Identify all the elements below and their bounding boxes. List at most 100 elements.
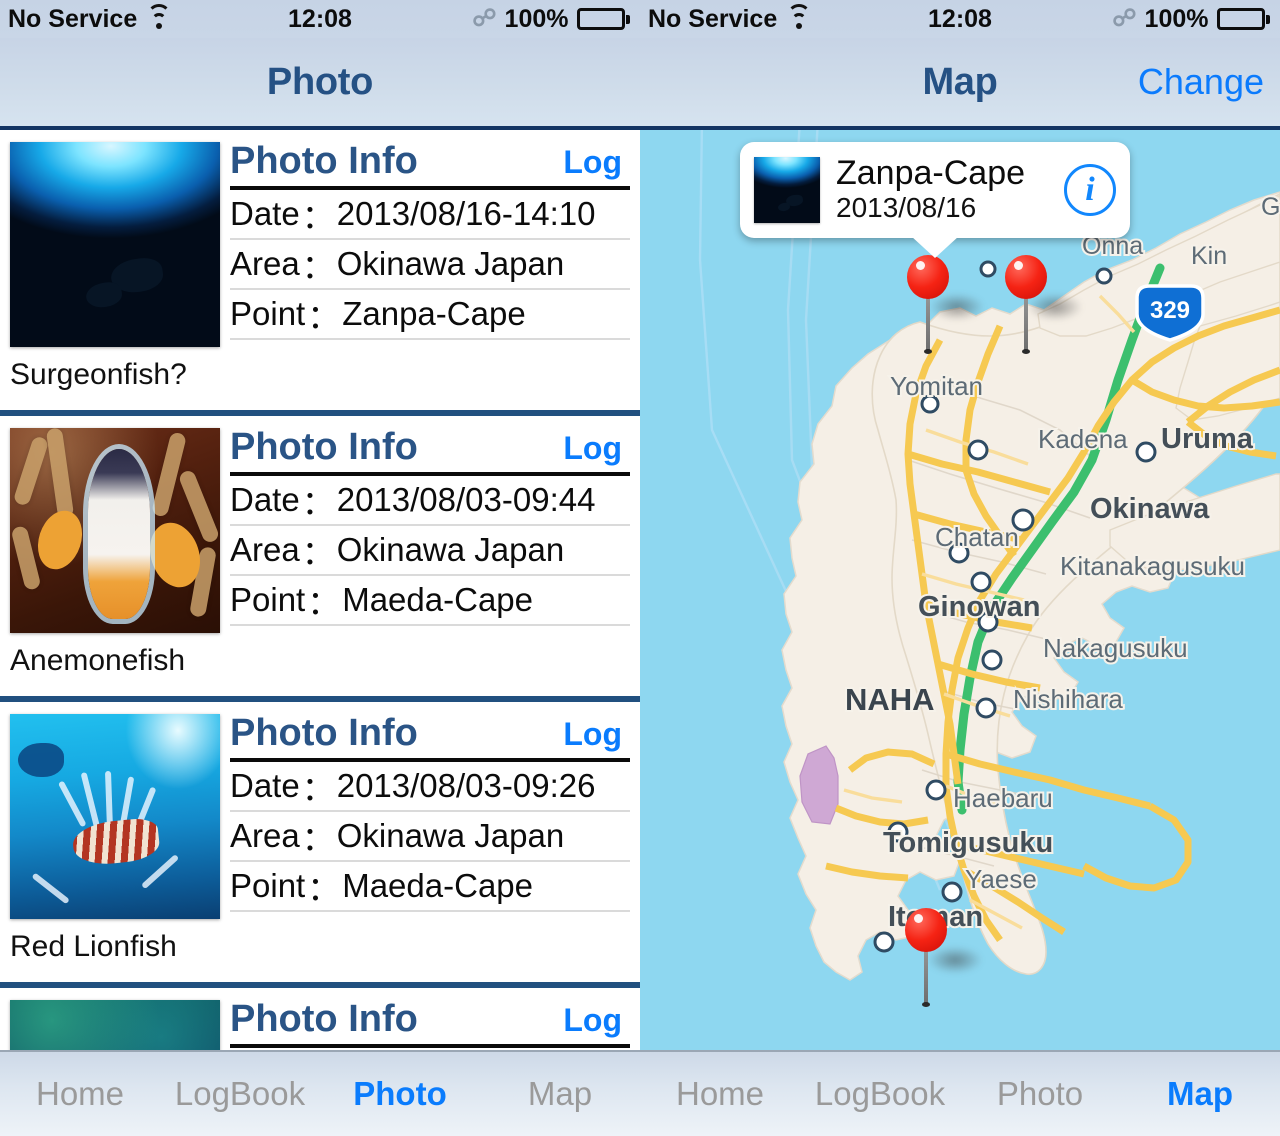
- tab-photo[interactable]: Photo: [960, 1075, 1120, 1113]
- thumbnail-surgeonfish[interactable]: [10, 142, 220, 347]
- photo-info-header: Photo Info Log: [230, 138, 630, 190]
- photo-info-title: Photo Info: [230, 998, 418, 1040]
- info-row-area: Area ： Okinawa Japan: [230, 812, 630, 862]
- info-label: Date: [230, 767, 300, 804]
- battery-percent-label: 100%: [1144, 4, 1209, 33]
- info-icon[interactable]: i: [1064, 164, 1116, 216]
- tab-bar-right[interactable]: Home LogBook Photo Map: [640, 1050, 1280, 1136]
- thumbnail-anemonefish[interactable]: [10, 428, 220, 633]
- info-value: 2013/08/03-09:26: [336, 767, 596, 804]
- pin-shadow: [1027, 293, 1083, 321]
- svg-text:Yaese: Yaese: [965, 864, 1037, 894]
- photo-caption: Red Lionfish: [10, 930, 177, 963]
- svg-text:Kitanakagusuku: Kitanakagusuku: [1060, 551, 1245, 581]
- info-label: Area: [230, 531, 300, 568]
- info-row-point: Point ： Maeda-Cape: [230, 576, 630, 626]
- callout-subtitle: 2013/08/16: [836, 191, 977, 223]
- info-row-date: Date ： 2013/08/16-14:10: [230, 190, 630, 240]
- svg-text:Tomigusuku: Tomigusuku: [883, 827, 1053, 859]
- photo-info-header: Photo Info Log: [230, 996, 630, 1048]
- log-button[interactable]: Log: [563, 716, 622, 753]
- svg-text:Chatan: Chatan: [935, 522, 1019, 552]
- info-value: Maeda-Cape: [342, 867, 533, 904]
- info-row-area: Area ： Okinawa Japan: [230, 526, 630, 576]
- log-button[interactable]: Log: [563, 430, 622, 467]
- photo-info-title: Photo Info: [230, 140, 418, 182]
- info-value: 2013/08/16-14:10: [336, 195, 596, 232]
- info-label: Area: [230, 245, 300, 282]
- svg-text:Nakagusuku: Nakagusuku: [1043, 633, 1188, 663]
- info-label: Date: [230, 481, 300, 518]
- tab-map[interactable]: Map: [1120, 1075, 1280, 1113]
- dual-screenshot: No Service 12:08 ☍ 100% Photo Photo Info…: [0, 0, 1280, 1136]
- info-label: Point: [230, 295, 306, 332]
- change-button[interactable]: Change: [1138, 61, 1264, 103]
- tab-bar-left[interactable]: Home LogBook Photo Map: [0, 1050, 640, 1136]
- info-label: Date: [230, 195, 300, 232]
- map-labels: Onna Kin Gi Yomitan Kadena Uruma Okinawa…: [843, 191, 1280, 935]
- svg-text:Yomitan: Yomitan: [890, 371, 983, 401]
- info-row-point: Point ： Zanpa-Cape: [230, 290, 630, 340]
- info-row-area: Area ： Okinawa Japan: [230, 240, 630, 290]
- info-label: Point: [230, 867, 306, 904]
- pin-head: [905, 908, 947, 952]
- tab-photo[interactable]: Photo: [320, 1075, 480, 1113]
- status-bar-right: No Service 12:08 ☍ 100%: [640, 0, 1280, 38]
- photo-info-title: Photo Info: [230, 712, 418, 754]
- info-separator: ：: [301, 534, 335, 571]
- info-value: 2013/08/03-09:44: [336, 481, 596, 518]
- photo-info-title: Photo Info: [230, 426, 418, 468]
- nav-bar-map: Map Change: [640, 38, 1280, 130]
- photo-info-table: Photo Info Log: [230, 996, 630, 1048]
- pin-head: [1005, 255, 1047, 299]
- photo-info-table: Photo Info Log Date ： 2013/08/03-09:26 A…: [230, 710, 630, 912]
- info-separator: ：: [301, 770, 335, 807]
- list-item[interactable]: Photo Info Log Date ： 2013/08/16-14:10 A…: [0, 130, 640, 410]
- photo-caption: Surgeonfish?: [10, 358, 187, 391]
- tab-home[interactable]: Home: [640, 1075, 800, 1113]
- info-value: Okinawa Japan: [336, 245, 565, 282]
- svg-text:Kadena: Kadena: [1038, 424, 1128, 454]
- nav-bar-photo: Photo: [0, 38, 640, 130]
- map-callout[interactable]: Zanpa-Cape 2013/08/16 i: [740, 142, 1130, 238]
- status-bar-left: No Service 12:08 ☍ 100%: [0, 0, 640, 38]
- photo-list[interactable]: Photo Info Log Date ： 2013/08/16-14:10 A…: [0, 130, 640, 1136]
- tab-map[interactable]: Map: [480, 1075, 640, 1113]
- svg-text:Haebaru: Haebaru: [953, 783, 1053, 813]
- battery-full-icon: [576, 8, 630, 30]
- pin-shadow: [927, 946, 983, 974]
- list-item[interactable]: Photo Info Log Date ： 2013/08/03-09:44 A…: [0, 416, 640, 696]
- tab-logbook[interactable]: LogBook: [160, 1075, 320, 1113]
- bluetooth-icon: ☍: [472, 5, 497, 32]
- info-separator: ：: [301, 820, 335, 857]
- info-value: Maeda-Cape: [342, 581, 533, 618]
- callout-thumbnail-surgeonfish[interactable]: [754, 157, 820, 223]
- info-value: Okinawa Japan: [336, 817, 565, 854]
- svg-text:Ginowan: Ginowan: [918, 591, 1040, 623]
- page-title: Photo: [266, 60, 374, 103]
- map-view[interactable]: 329 Onna Kin G Yomitan Kadena Uruma Okin…: [640, 130, 1280, 1136]
- photo-caption: Anemonefish: [10, 644, 186, 677]
- page-title: Map: [922, 60, 998, 103]
- thumbnail-lionfish[interactable]: [10, 714, 220, 919]
- info-separator: ：: [307, 584, 341, 621]
- tab-logbook[interactable]: LogBook: [800, 1075, 960, 1113]
- info-separator: ：: [301, 484, 335, 521]
- info-separator: ：: [301, 198, 335, 235]
- list-item[interactable]: Photo Info Log Date ： 2013/08/03-09:26 A…: [0, 702, 640, 982]
- info-label: Area: [230, 817, 300, 854]
- bluetooth-icon: ☍: [1112, 5, 1137, 32]
- svg-text:Gi: Gi: [1261, 193, 1280, 221]
- svg-text:Okinawa: Okinawa: [1090, 493, 1210, 525]
- callout-title: Zanpa-Cape: [836, 154, 1026, 193]
- log-button[interactable]: Log: [563, 144, 622, 181]
- info-label: Point: [230, 581, 306, 618]
- log-button[interactable]: Log: [563, 1002, 622, 1039]
- tab-home[interactable]: Home: [0, 1075, 160, 1113]
- info-separator: ：: [307, 298, 341, 335]
- photo-panel: No Service 12:08 ☍ 100% Photo Photo Info…: [0, 0, 640, 1136]
- battery-full-icon: [1216, 8, 1270, 30]
- info-value: Zanpa-Cape: [342, 295, 526, 332]
- battery-percent-label: 100%: [504, 4, 569, 33]
- svg-text:Kin: Kin: [1191, 242, 1227, 270]
